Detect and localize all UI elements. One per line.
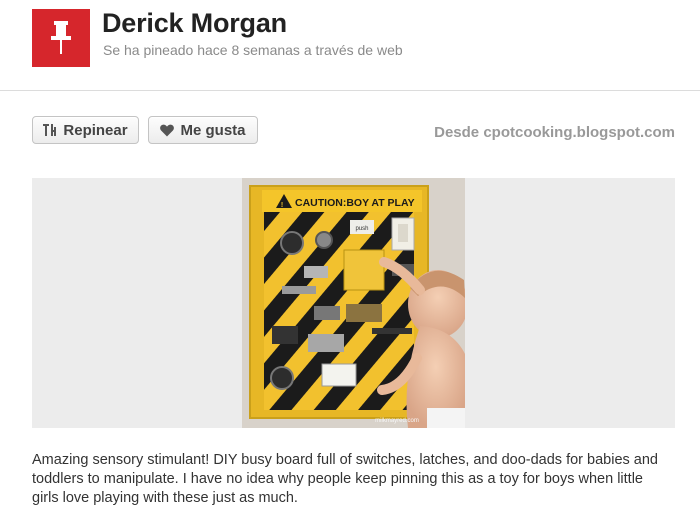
source-prefix: Desde xyxy=(434,124,480,141)
push-label: push xyxy=(355,226,368,232)
like-label: Me gusta xyxy=(180,121,246,139)
pin-image-container[interactable]: ! CAUTION:BOY AT PLAY push milkmayred.co… xyxy=(32,178,675,428)
sign-text: CAUTION:BOY AT PLAY xyxy=(295,197,415,209)
repin-button[interactable]: Repinear xyxy=(32,116,139,144)
source-link[interactable]: cpotcooking.blogspot.com xyxy=(483,124,675,141)
source-attribution: Desde cpotcooking.blogspot.com xyxy=(434,124,675,141)
divider xyxy=(0,90,700,91)
photo-watermark: milkmayred.com xyxy=(375,418,419,424)
pin-description: Amazing sensory stimulant! DIY busy boar… xyxy=(32,452,658,506)
like-button[interactable]: Me gusta xyxy=(148,116,258,144)
repin-label: Repinear xyxy=(63,121,128,139)
pin-timestamp: Se ha pineado hace 8 semanas a través de… xyxy=(103,42,403,58)
svg-text:!: ! xyxy=(281,202,283,209)
pushpin-icon xyxy=(51,21,71,54)
heart-icon xyxy=(160,124,175,137)
pin-header: Derick Morgan Se ha pineado hace 8 seman… xyxy=(0,0,700,90)
busy-board-photo: ! CAUTION:BOY AT PLAY push milkmayred.co… xyxy=(242,178,465,428)
avatar[interactable] xyxy=(32,9,90,67)
pin-photo[interactable]: ! CAUTION:BOY AT PLAY push milkmayred.co… xyxy=(242,178,465,428)
repin-icon xyxy=(43,123,57,137)
pinner-name[interactable]: Derick Morgan xyxy=(102,8,287,39)
